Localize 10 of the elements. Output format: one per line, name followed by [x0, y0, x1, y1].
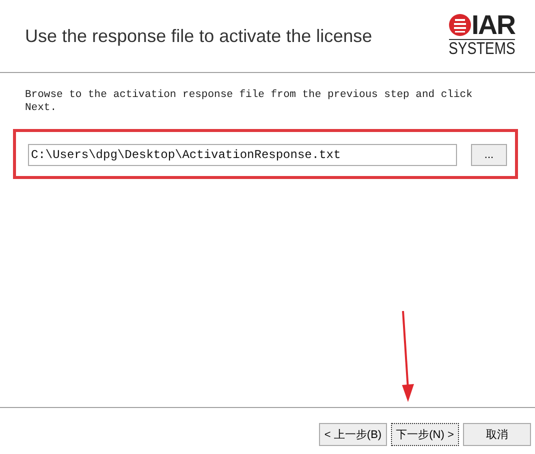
- logo-text: IAR: [472, 12, 515, 39]
- file-path-field[interactable]: C:\Users\dpg\Desktop\ActivationResponse.txt: [28, 144, 457, 166]
- cancel-button[interactable]: 取消: [463, 423, 531, 446]
- page-title: Use the response file to activate the license: [25, 26, 372, 46]
- next-button[interactable]: 下一步(N) >: [391, 423, 459, 446]
- browse-button[interactable]: ...: [471, 144, 507, 166]
- logo-icon: [448, 14, 470, 36]
- back-button[interactable]: < 上一步(B): [319, 423, 387, 446]
- logo-subtext: SYSTEMS: [448, 40, 515, 58]
- instruction-text: Browse to the activation response file from the previous step and click Next.: [25, 89, 474, 115]
